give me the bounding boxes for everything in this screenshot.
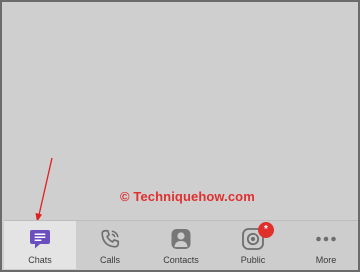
bottom-tab-bar: Chats Calls Contacts * Public More	[4, 220, 358, 270]
phone-icon	[97, 226, 123, 252]
person-icon	[168, 226, 194, 252]
tab-contacts[interactable]: Contacts	[145, 221, 217, 269]
app-window: © Techniquehow.com Chats Calls Contacts …	[0, 0, 360, 272]
notification-badge: *	[258, 222, 274, 238]
tab-label-calls: Calls	[99, 255, 120, 265]
tab-public[interactable]: * Public	[217, 221, 289, 269]
tab-label-chats: Chats	[28, 255, 52, 265]
public-accounts-icon: *	[240, 222, 274, 252]
tab-label-public: Public	[240, 255, 266, 265]
more-dots-icon	[313, 226, 339, 252]
tab-chats[interactable]: Chats	[4, 221, 76, 269]
tab-more[interactable]: More	[290, 221, 360, 269]
tab-label-contacts: Contacts	[163, 255, 199, 265]
watermark-text: © Techniquehow.com	[120, 189, 255, 204]
tab-label-more: More	[315, 255, 337, 265]
chats-content-area	[4, 4, 358, 220]
chat-bubble-icon	[27, 226, 53, 252]
tab-calls[interactable]: Calls	[74, 221, 146, 269]
